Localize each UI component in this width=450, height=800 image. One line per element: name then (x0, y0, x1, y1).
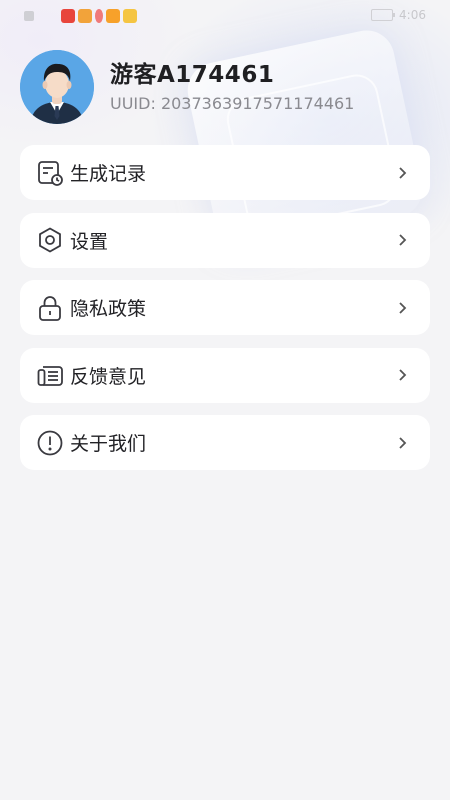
avatar-person-icon (20, 50, 94, 124)
status-notifications (24, 9, 137, 23)
avatar[interactable] (20, 50, 94, 124)
chevron-right-icon (399, 369, 407, 381)
uuid-text: UUID: 2037363917571174461 (110, 94, 355, 113)
menu-item-label: 关于我们 (70, 433, 147, 455)
battery-icon (371, 9, 396, 21)
menu-item-label: 隐私政策 (70, 298, 147, 320)
profile-header[interactable]: 游客A174461 UUID: 2037363917571174461 (20, 50, 354, 124)
menu-item-label: 设置 (70, 230, 109, 253)
app-notification-icon (61, 9, 75, 23)
profile-info: 游客A174461 UUID: 2037363917571174461 (110, 60, 354, 114)
chevron-right-icon (399, 301, 407, 314)
app-notification-icon (78, 9, 92, 23)
menu-item-label: 生成记录 (70, 163, 147, 185)
menu-item-feedback[interactable]: 反馈意见 (20, 347, 430, 403)
menu-item-about-us[interactable]: 关于我们 (20, 415, 430, 470)
weibo-icon (123, 9, 137, 23)
feedback-icon (36, 361, 64, 389)
username: 游客A174461 (110, 62, 275, 88)
status-time: 4:06 (399, 8, 426, 22)
history-icon (36, 159, 64, 187)
settings-hexagon-icon (36, 226, 64, 254)
menu-item-label: 反馈意见 (70, 365, 147, 388)
menu-item-privacy-policy[interactable]: 隐私政策 (20, 280, 430, 335)
chevron-right-icon (399, 166, 407, 179)
lock-icon (36, 294, 64, 322)
menu-item-settings[interactable]: 设置 (20, 212, 430, 268)
app-notification-icon (95, 9, 103, 23)
status-indicator-icon (24, 11, 34, 21)
settings-menu: 生成记录 设置 隐私政策 反馈意见 关于我们 (20, 145, 430, 483)
chevron-right-icon (399, 436, 407, 449)
status-bar: 4:06 (0, 0, 450, 34)
app-notification-icon (106, 9, 120, 23)
status-system: 4:06 (371, 8, 426, 22)
chevron-right-icon (399, 234, 407, 246)
menu-item-history[interactable]: 生成记录 (20, 145, 430, 200)
info-exclamation-icon (36, 429, 64, 457)
